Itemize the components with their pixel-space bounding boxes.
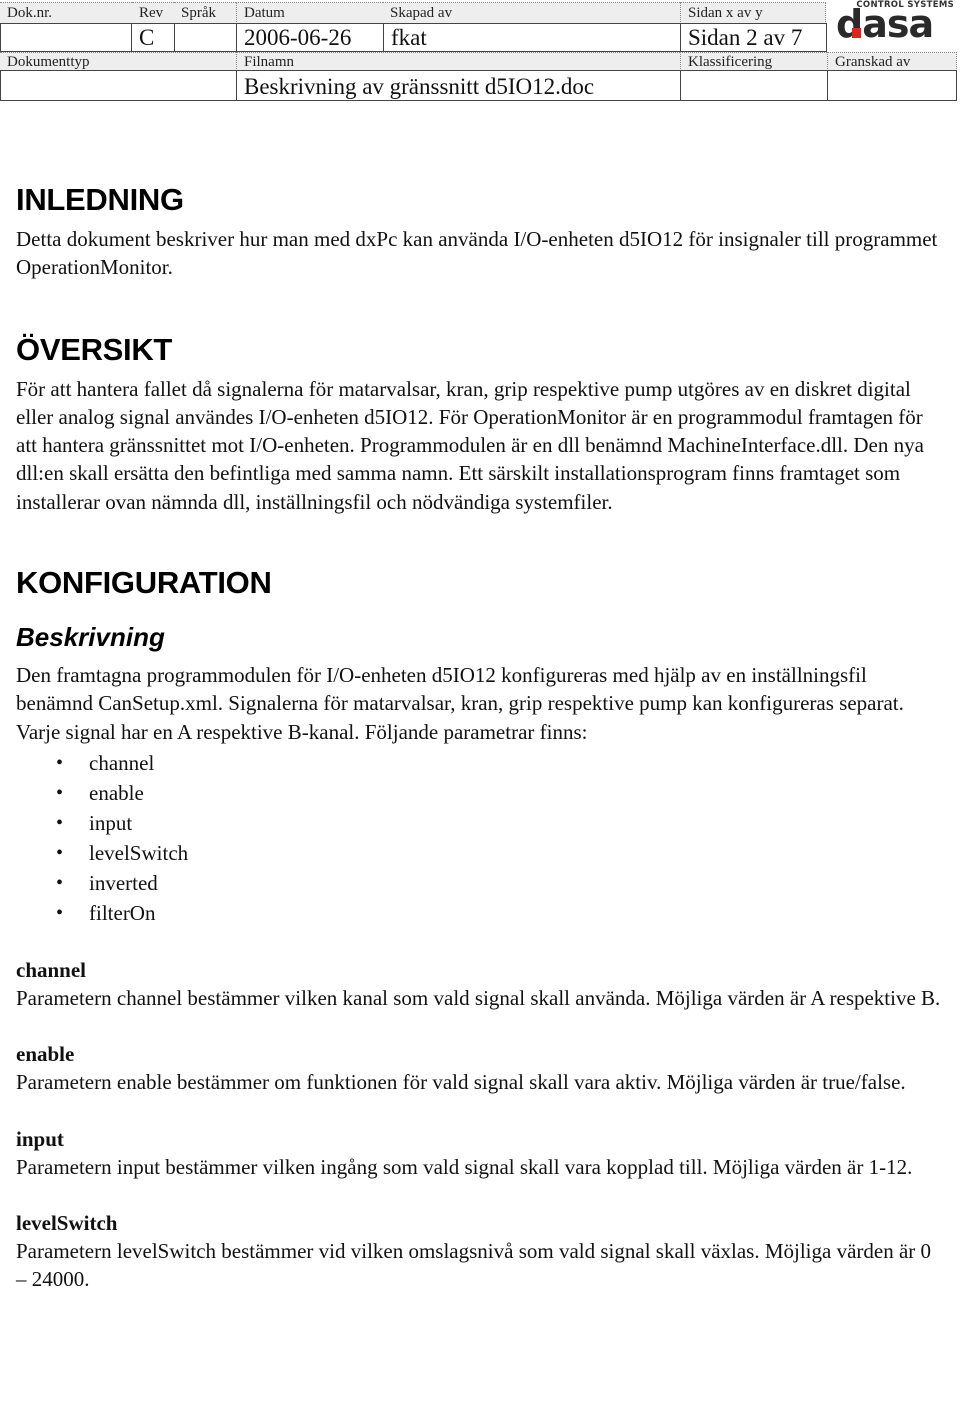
list-item-text: enable: [89, 780, 144, 805]
heading-inledning: INLEDNING: [16, 182, 184, 217]
parameter-channel: channel Parametern channel bestämmer vil…: [16, 956, 946, 1012]
logo-red-square-icon: [852, 28, 861, 38]
bullet-icon: •: [56, 811, 64, 834]
value-skapad-av: fkat: [383, 23, 681, 52]
parameter-input: input Parametern input bestämmer vilken …: [16, 1125, 946, 1181]
list-item-text: inverted: [89, 870, 158, 895]
logo-wordmark: dasa: [836, 2, 934, 46]
parameter-title: input: [16, 1126, 64, 1151]
subheading-beskrivning: Beskrivning: [16, 622, 165, 653]
value-sidan: Sidan 2 av 7: [680, 23, 827, 52]
value-datum: 2006-06-26: [236, 23, 384, 52]
document-header-table: Dok.nr. Rev Språk Datum Skapad av Sidan …: [0, 0, 960, 102]
list-item: • input: [16, 808, 946, 838]
list-item-text: filterOn: [89, 900, 156, 925]
list-item-text: channel: [89, 750, 155, 775]
list-item: • filterOn: [16, 898, 946, 928]
section-inledning: INLEDNING Detta dokument beskriver hur m…: [16, 178, 946, 282]
section-oversikt: ÖVERSIKT För att hantera fallet då signa…: [16, 328, 946, 516]
bullet-icon: •: [56, 871, 64, 894]
parameter-title: levelSwitch: [16, 1210, 118, 1235]
label-sidan: Sidan x av y: [680, 2, 826, 24]
paragraph-oversikt: För att hantera fallet då signalerna för…: [16, 376, 924, 514]
value-rev: C: [131, 23, 175, 52]
value-filnamn: Beskrivning av gränssnitt d5IO12.doc: [236, 70, 681, 101]
list-item: • inverted: [16, 868, 946, 898]
value-sprak: [174, 23, 237, 52]
list-item: • levelSwitch: [16, 838, 946, 868]
label-skapad-av: Skapad av: [383, 2, 680, 24]
bullet-icon: •: [56, 901, 64, 924]
document-body: INLEDNING Detta dokument beskriver hur m…: [16, 178, 946, 1293]
list-item-text: input: [89, 810, 133, 835]
parameter-enable: enable Parametern enable bestämmer om fu…: [16, 1040, 946, 1096]
list-item: • channel: [16, 748, 946, 778]
heading-oversikt: ÖVERSIKT: [16, 331, 173, 367]
label-rev: Rev: [132, 2, 174, 24]
list-item-text: levelSwitch: [89, 840, 189, 865]
dasa-logo: CONTROL SYSTEMS dasa: [832, 0, 960, 46]
value-dokumenttyp: [0, 70, 237, 101]
bullet-icon: •: [56, 781, 64, 804]
parameter-title: channel: [16, 957, 87, 982]
label-sprak: Språk: [174, 2, 236, 24]
parameter-description: Parametern channel bestämmer vilken kana…: [16, 985, 941, 1010]
parameter-list: • channel • enable • input • levelSwitch • in…: [16, 748, 946, 928]
parameter-description: Parametern enable bestämmer om funktione…: [16, 1070, 906, 1095]
label-klassificering: Klassificering: [680, 52, 827, 71]
bullet-icon: •: [56, 751, 64, 774]
value-granskad-av: [827, 70, 957, 101]
label-filnamn: Filnamn: [236, 52, 680, 71]
list-item: • enable: [16, 778, 946, 808]
bullet-icon: •: [56, 841, 64, 864]
label-granskad-av: Granskad av: [827, 52, 957, 71]
value-doknr: [0, 23, 132, 52]
parameter-description: Parametern input bestämmer vilken ingång…: [16, 1154, 913, 1179]
value-klassificering: [680, 70, 828, 101]
section-konfiguration: KONFIGURATION Beskrivning Den framtagna …: [16, 561, 946, 1293]
paragraph-konfiguration: Den framtagna programmodulen för I/O-enh…: [16, 663, 904, 744]
heading-konfiguration: KONFIGURATION: [16, 565, 272, 601]
paragraph-inledning: Detta dokument beskriver hur man med dxP…: [16, 227, 938, 280]
label-doknr: Dok.nr.: [0, 2, 132, 24]
parameter-levelswitch: levelSwitch Parametern levelSwitch bestä…: [16, 1209, 946, 1294]
label-dokumenttyp: Dokumenttyp: [0, 52, 236, 71]
label-datum: Datum: [236, 2, 383, 24]
parameter-description: Parametern levelSwitch bestämmer vid vil…: [16, 1238, 932, 1292]
parameter-title: enable: [16, 1042, 75, 1067]
